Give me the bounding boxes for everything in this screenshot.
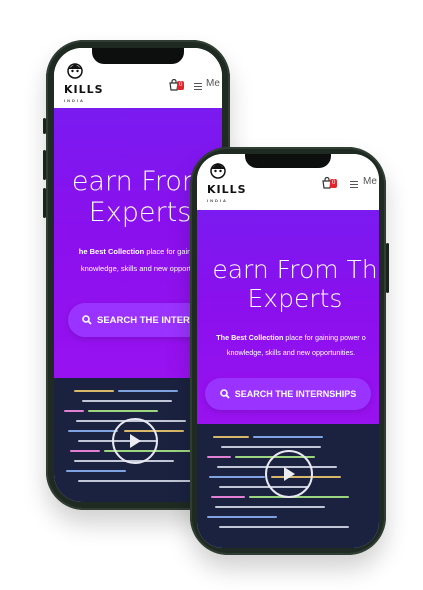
- site-logo[interactable]: KILLS INDIA: [64, 62, 104, 103]
- phone-screen-front: KILLS INDIA 0 Me earn From Th Experts Th…: [197, 154, 379, 548]
- mascot-icon: [67, 63, 83, 79]
- logo-subtext: INDIA: [207, 198, 228, 203]
- hero-title: earn From Th Experts: [197, 255, 379, 314]
- logo-text: KILLS: [207, 183, 247, 196]
- menu-label[interactable]: Me: [206, 78, 220, 89]
- search-internships-label: SEARCH THE INTERNSHIPS: [234, 389, 357, 399]
- cart-count-badge: 0: [177, 81, 185, 90]
- code-video-thumbnail: [197, 424, 379, 548]
- mute-switch: [43, 118, 46, 134]
- cart-button[interactable]: 0: [321, 176, 338, 194]
- hero-subtitle-strong: he Best Collection: [78, 247, 145, 256]
- volume-down-button: [43, 188, 46, 218]
- hero-section: earn From Th Experts The Best Collection…: [197, 210, 379, 440]
- menu-icon[interactable]: [194, 81, 202, 92]
- search-icon: [219, 389, 230, 399]
- hero-subtitle-line-2: knowledge, skills and new opportunities.: [226, 348, 356, 357]
- site-logo[interactable]: KILLS INDIA: [207, 160, 247, 203]
- logo-subtext: INDIA: [64, 98, 85, 103]
- hero-subtitle-text: place for gaining power o: [283, 333, 366, 342]
- phone-mockup-front: KILLS INDIA 0 Me earn From Th Experts Th…: [190, 147, 389, 555]
- menu-icon[interactable]: [350, 179, 358, 190]
- hero-subtitle-strong: The Best Collection: [216, 333, 284, 342]
- cart-count-badge: 0: [330, 179, 338, 188]
- power-button: [386, 243, 389, 293]
- cart-button[interactable]: 0: [168, 78, 185, 96]
- search-icon: [82, 315, 92, 325]
- play-icon: [130, 434, 141, 448]
- volume-up-button: [43, 150, 46, 180]
- notch: [92, 48, 184, 64]
- hero-title-line-2: Experts: [247, 283, 343, 313]
- search-internships-button[interactable]: SEARCH THE INTERNSHIPS: [205, 378, 371, 410]
- hero-subtitle: The Best Collection place for gaining po…: [197, 330, 379, 360]
- logo-text: KILLS: [64, 83, 104, 96]
- play-video-button[interactable]: [112, 418, 158, 464]
- play-video-button[interactable]: [265, 450, 313, 498]
- mascot-icon: [210, 163, 226, 179]
- play-icon: [284, 467, 295, 481]
- hero-title-line-1: earn From Th: [212, 255, 378, 284]
- menu-label[interactable]: Me: [363, 176, 377, 187]
- notch: [245, 154, 331, 168]
